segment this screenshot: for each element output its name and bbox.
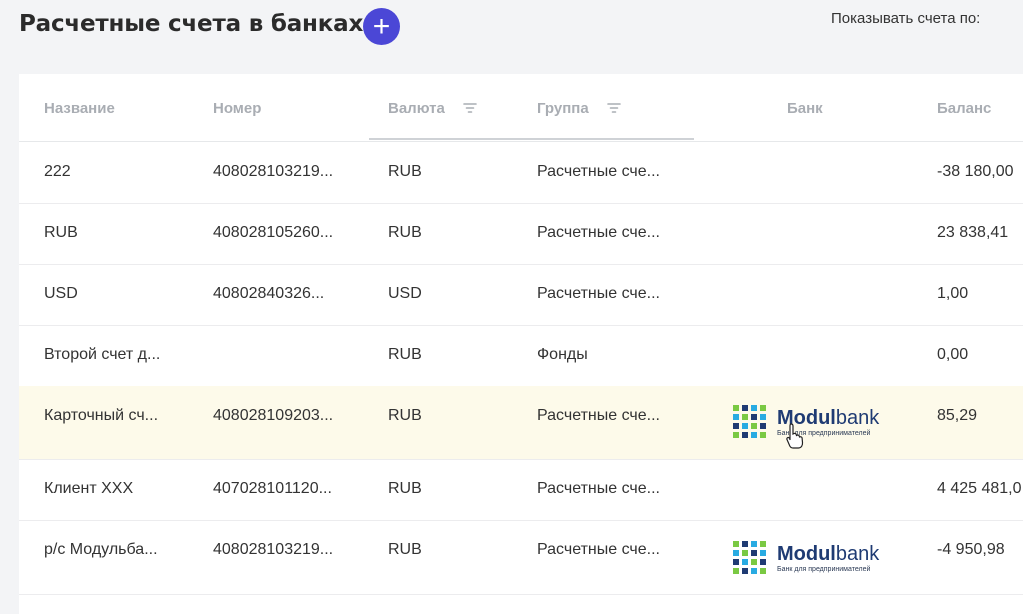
account-currency: RUB [388,163,422,180]
account-name: Клиент ХХХ [44,480,134,497]
account-name: 222 [44,163,71,180]
table-header: Название Номер Валюта Группа Банк Баланс [19,74,1023,142]
account-group: Расчетные сче... [537,541,660,558]
modulbank-logo: Modulbank Банк для предпринимателей [733,541,879,575]
account-number: 407028101120... [213,480,332,497]
accounts-table: Название Номер Валюта Группа Банк Баланс… [19,74,1023,614]
account-group: Расчетные сче... [537,285,660,302]
add-account-button[interactable]: + [363,8,400,45]
account-balance: -4 950,98 [937,541,1005,558]
hand-cursor-icon [786,423,804,449]
account-currency: RUB [388,541,422,558]
account-group: Расчетные сче... [537,407,660,424]
table-row[interactable]: Клиент ХХХ 407028101120... RUB Расчетные… [19,459,1023,521]
column-header-group[interactable]: Группа [537,100,621,118]
account-currency: RUB [388,480,422,497]
modulbank-logo-icon [733,541,766,574]
bank-tagline: Банк для предпринимателей [777,565,871,573]
column-header-currency[interactable]: Валюта [388,100,477,118]
account-currency: RUB [388,407,422,424]
account-number: 408028103219... [213,541,334,558]
account-number: 40802840326... [213,285,325,302]
table-row[interactable]: USD 40802840326... USD Расчетные сче... … [19,264,1023,326]
page-title: Расчетные счета в банках [19,11,364,37]
plus-icon: + [372,9,391,43]
bank-brand: Modulbank [777,542,880,565]
filter-columns-underline [369,138,694,140]
table-row[interactable]: Второй счет д... RUB Фонды 0,00 [19,325,1023,387]
account-group: Расчетные сче... [537,480,660,497]
account-number: 408028109203... [213,407,334,424]
column-header-number[interactable]: Номер [213,100,261,117]
table-row[interactable]: Карточный сч... 408028109203... RUB Расч… [19,386,1023,460]
account-currency: RUB [388,224,422,241]
account-currency: USD [388,285,422,302]
account-name: Карточный сч... [44,407,159,424]
page-header: Расчетные счета в банках + Показывать сч… [0,0,1023,74]
account-balance: -38 180,00 [937,163,1014,180]
table-row[interactable]: RUB 408028105260... RUB Расчетные сче...… [19,203,1023,265]
column-header-balance[interactable]: Баланс [937,100,991,117]
account-number: 408028105260... [213,224,334,241]
account-balance: 1,00 [937,285,969,302]
account-group: Расчетные сче... [537,224,660,241]
column-header-bank[interactable]: Банк [787,100,823,117]
account-group: Расчетные сче... [537,163,660,180]
modulbank-logo-icon [733,405,766,438]
account-name: RUB [44,224,78,241]
account-balance: 4 425 481,0 [937,480,1022,497]
filter-icon[interactable] [463,101,477,118]
account-number: 408028103219... [213,163,334,180]
account-name: Второй счет д... [44,346,161,363]
account-balance: 23 838,41 [937,224,1009,241]
account-name: USD [44,285,78,302]
column-header-name[interactable]: Название [44,100,115,117]
account-balance: 0,00 [937,346,969,363]
show-accounts-label: Показывать счета по: [831,10,981,27]
account-balance: 85,29 [937,407,978,424]
table-row[interactable]: р/с Модульба... 408028103219... RUB Расч… [19,520,1023,595]
filter-icon[interactable] [607,101,621,118]
account-name: р/с Модульба... [44,541,158,558]
table-row[interactable]: 222 408028103219... RUB Расчетные сче...… [19,142,1023,204]
account-group: Фонды [537,346,588,363]
account-currency: RUB [388,346,422,363]
modulbank-logo: Modulbank Банк для предпринимателей [733,405,879,439]
